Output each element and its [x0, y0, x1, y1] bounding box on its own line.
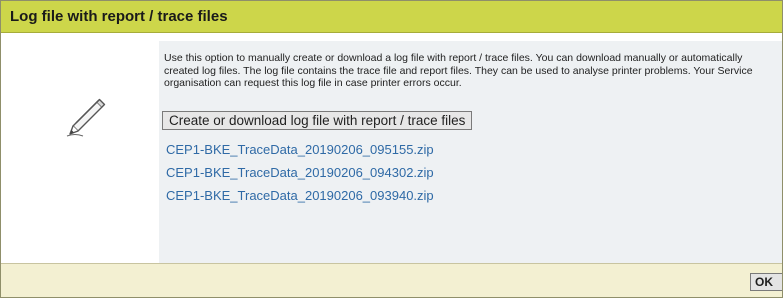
ok-button[interactable]: OK — [750, 273, 782, 291]
icon-column — [1, 41, 159, 263]
dialog-title-bar: Log file with report / trace files — [1, 1, 782, 33]
dialog-content: Use this option to manually create or do… — [1, 41, 782, 263]
log-file-dialog: Log file with report / trace files Use t… — [0, 0, 783, 298]
trace-file-link[interactable]: CEP1-BKE_TraceData_20190206_095155.zip — [166, 142, 434, 165]
trace-file-link[interactable]: CEP1-BKE_TraceData_20190206_094302.zip — [166, 165, 434, 188]
description-text: Use this option to manually create or do… — [164, 52, 753, 89]
trace-file-link[interactable]: CEP1-BKE_TraceData_20190206_093940.zip — [166, 188, 434, 211]
pencil-icon — [66, 98, 106, 137]
dialog-footer: OK — [1, 263, 782, 297]
create-log-file-button[interactable]: Create or download log file with report … — [162, 111, 473, 130]
trace-file-list: CEP1-BKE_TraceData_20190206_095155.zip C… — [166, 142, 434, 211]
dialog-title: Log file with report / trace files — [10, 8, 228, 25]
main-column: Use this option to manually create or do… — [159, 41, 782, 263]
